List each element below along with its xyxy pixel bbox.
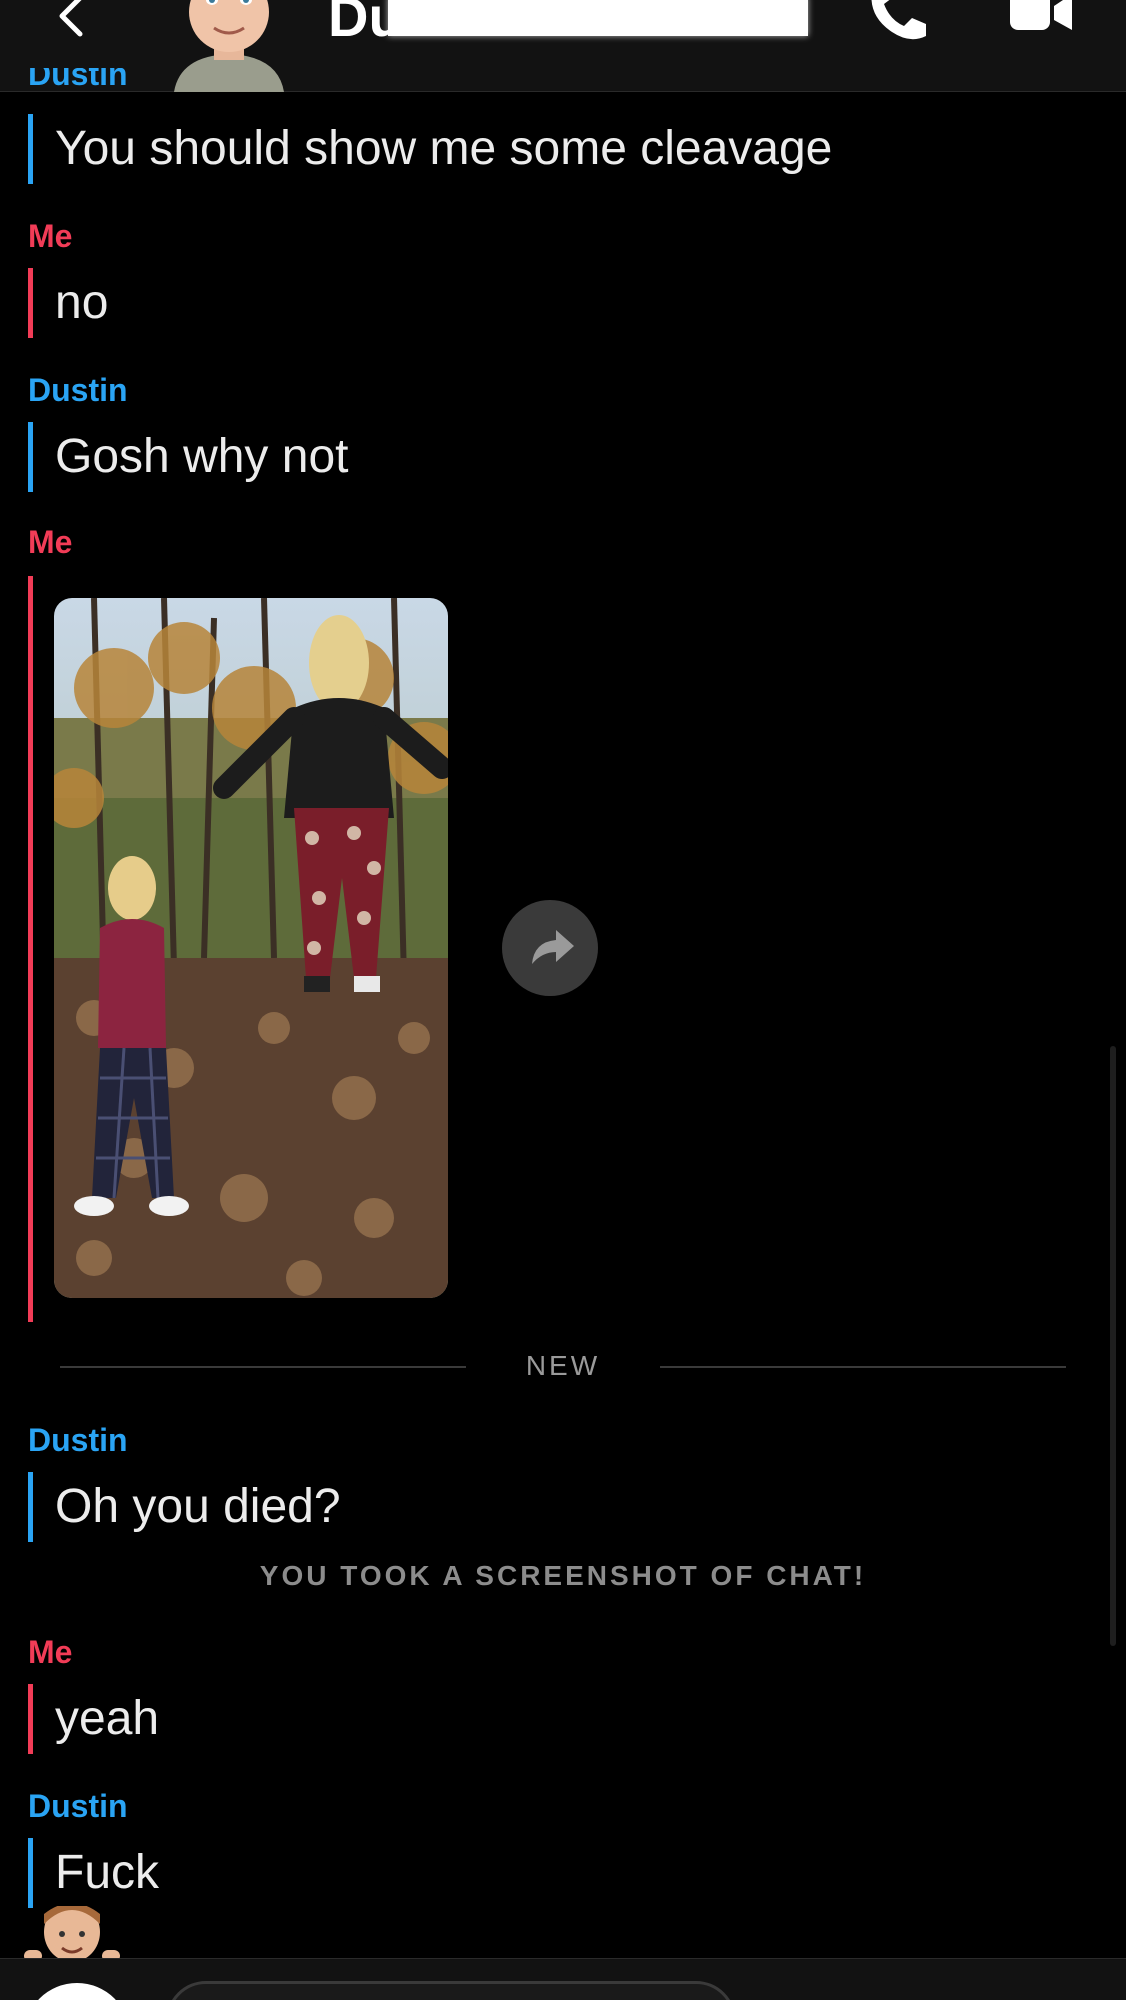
camera-button[interactable]	[24, 1983, 130, 2000]
sender-label-dustin: Dustin	[28, 372, 128, 408]
message-accent-bar	[28, 576, 33, 1322]
avatar[interactable]	[170, 0, 288, 92]
photo-attachment[interactable]	[54, 598, 448, 1298]
message-bubble[interactable]: You should show me some cleavage	[28, 114, 832, 184]
new-messages-divider: NEW	[60, 1350, 1066, 1384]
chevron-left-icon[interactable]	[50, 0, 98, 40]
sender-label-me: Me	[28, 524, 73, 560]
redaction-box	[388, 0, 808, 36]
chat-input[interactable]	[166, 1981, 736, 2000]
message-bubble[interactable]: Gosh why not	[28, 422, 348, 492]
screenshot-notice: YOU TOOK A SCREENSHOT OF CHAT!	[259, 1560, 867, 1591]
message-bubble[interactable]: no	[28, 268, 108, 338]
sender-label-me: Me	[28, 1634, 73, 1670]
bottom-bar	[0, 1958, 1126, 2000]
new-label: NEW	[525, 1350, 601, 1381]
message-bubble[interactable]: Oh you died?	[28, 1472, 341, 1542]
friend-bitmoji-icon	[24, 1906, 120, 1962]
sender-label-dustin: Dustin	[28, 1422, 128, 1458]
video-camera-icon[interactable]	[1006, 0, 1076, 34]
sender-label-dustin: Dustin	[28, 1788, 128, 1824]
share-button[interactable]	[502, 900, 598, 996]
phone-icon[interactable]	[864, 0, 934, 44]
share-arrow-icon	[532, 930, 574, 964]
scrollbar[interactable]	[1110, 1046, 1116, 1646]
sender-label-dustin: Dustin	[28, 68, 128, 92]
message-bubble[interactable]: Fuck	[28, 1838, 159, 1908]
message-bubble[interactable]: yeah	[28, 1684, 159, 1754]
sender-label-me: Me	[28, 218, 73, 254]
chat-header: Du	[0, 0, 1126, 92]
